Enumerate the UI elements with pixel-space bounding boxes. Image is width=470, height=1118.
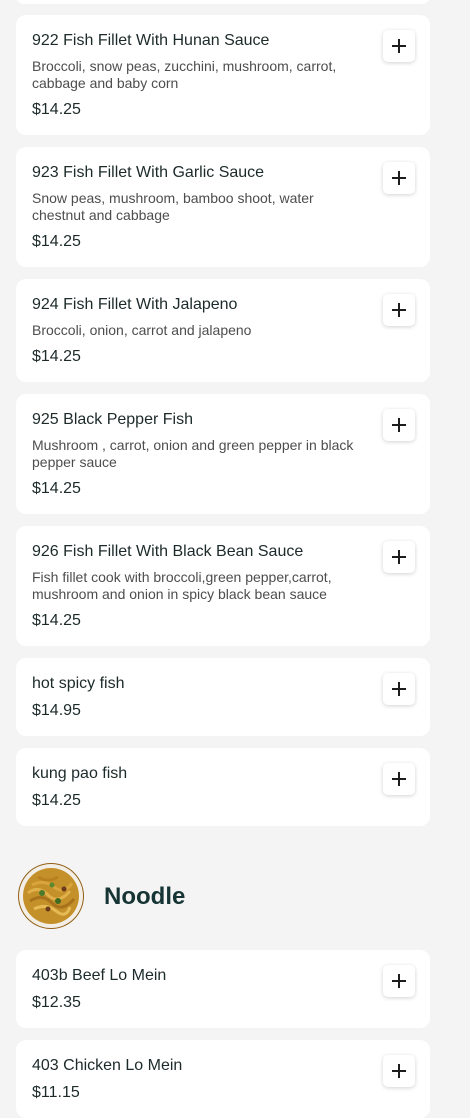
plus-icon	[392, 1064, 406, 1078]
item-name: kung pao fish	[32, 765, 128, 782]
plus-icon	[392, 39, 406, 53]
plus-icon	[392, 418, 406, 432]
add-item-button[interactable]	[383, 1055, 415, 1087]
add-item-button[interactable]	[383, 673, 415, 705]
menu-item-card[interactable]: 403b Beef Lo Mein $12.35	[16, 950, 430, 1028]
add-item-button[interactable]	[383, 162, 415, 194]
item-price: $14.25	[32, 101, 81, 118]
plus-icon	[392, 682, 406, 696]
add-item-button[interactable]	[383, 763, 415, 795]
category-title: Noodle	[104, 883, 186, 910]
category-image	[18, 863, 84, 929]
menu-item-card[interactable]: 925 Black Pepper Fish Mushroom , carrot,…	[16, 394, 430, 514]
item-price: $14.95	[32, 702, 81, 719]
add-item-button[interactable]	[383, 965, 415, 997]
item-name: 925 Black Pepper Fish	[32, 411, 193, 428]
add-item-button[interactable]	[383, 409, 415, 441]
plus-icon	[392, 550, 406, 564]
item-description: Fish fillet cook with broccoli,green pep…	[32, 569, 332, 602]
add-item-button[interactable]	[383, 294, 415, 326]
item-price: $12.35	[32, 994, 81, 1011]
item-name: 922 Fish Fillet With Hunan Sauce	[32, 32, 270, 49]
item-name: 403b Beef Lo Mein	[32, 967, 167, 984]
plus-icon	[392, 171, 406, 185]
category-header: Noodle	[16, 860, 430, 936]
item-price: $11.15	[32, 1084, 80, 1101]
item-name: 403 Chicken Lo Mein	[32, 1057, 183, 1074]
menu-item-card[interactable]: kung pao fish $14.25	[16, 748, 430, 826]
item-description: Snow peas, mushroom, bamboo shoot, water…	[32, 190, 314, 223]
item-name: hot spicy fish	[32, 675, 125, 692]
add-item-button[interactable]	[383, 541, 415, 573]
menu-item-card[interactable]: 924 Fish Fillet With Jalapeno Broccoli, …	[16, 279, 430, 382]
menu-item-card[interactable]: 403 Chicken Lo Mein $11.15	[16, 1040, 430, 1118]
item-price: $14.25	[32, 792, 81, 809]
item-name: 923 Fish Fillet With Garlic Sauce	[32, 164, 265, 181]
menu-item-card-partial[interactable]	[16, 0, 430, 4]
plus-icon	[392, 772, 406, 786]
add-item-button[interactable]	[383, 30, 415, 62]
plus-icon	[392, 974, 406, 988]
menu-item-card[interactable]: 926 Fish Fillet With Black Bean Sauce Fi…	[16, 526, 430, 646]
item-description: Mushroom , carrot, onion and green peppe…	[32, 437, 354, 470]
item-name: 924 Fish Fillet With Jalapeno	[32, 296, 238, 313]
item-price: $14.25	[32, 480, 81, 497]
item-description: Broccoli, onion, carrot and jalapeno	[32, 322, 252, 338]
menu-item-card[interactable]: 922 Fish Fillet With Hunan Sauce Broccol…	[16, 15, 430, 135]
noodle-dish-image	[19, 864, 83, 928]
item-description: Broccoli, snow peas, zucchini, mushroom,…	[32, 58, 337, 91]
item-name: 926 Fish Fillet With Black Bean Sauce	[32, 543, 304, 560]
plus-icon	[392, 303, 406, 317]
item-price: $14.25	[32, 348, 81, 365]
item-price: $14.25	[32, 233, 81, 250]
item-price: $14.25	[32, 612, 81, 629]
menu-item-card[interactable]: hot spicy fish $14.95	[16, 658, 430, 736]
menu-item-card[interactable]: 923 Fish Fillet With Garlic Sauce Snow p…	[16, 147, 430, 267]
